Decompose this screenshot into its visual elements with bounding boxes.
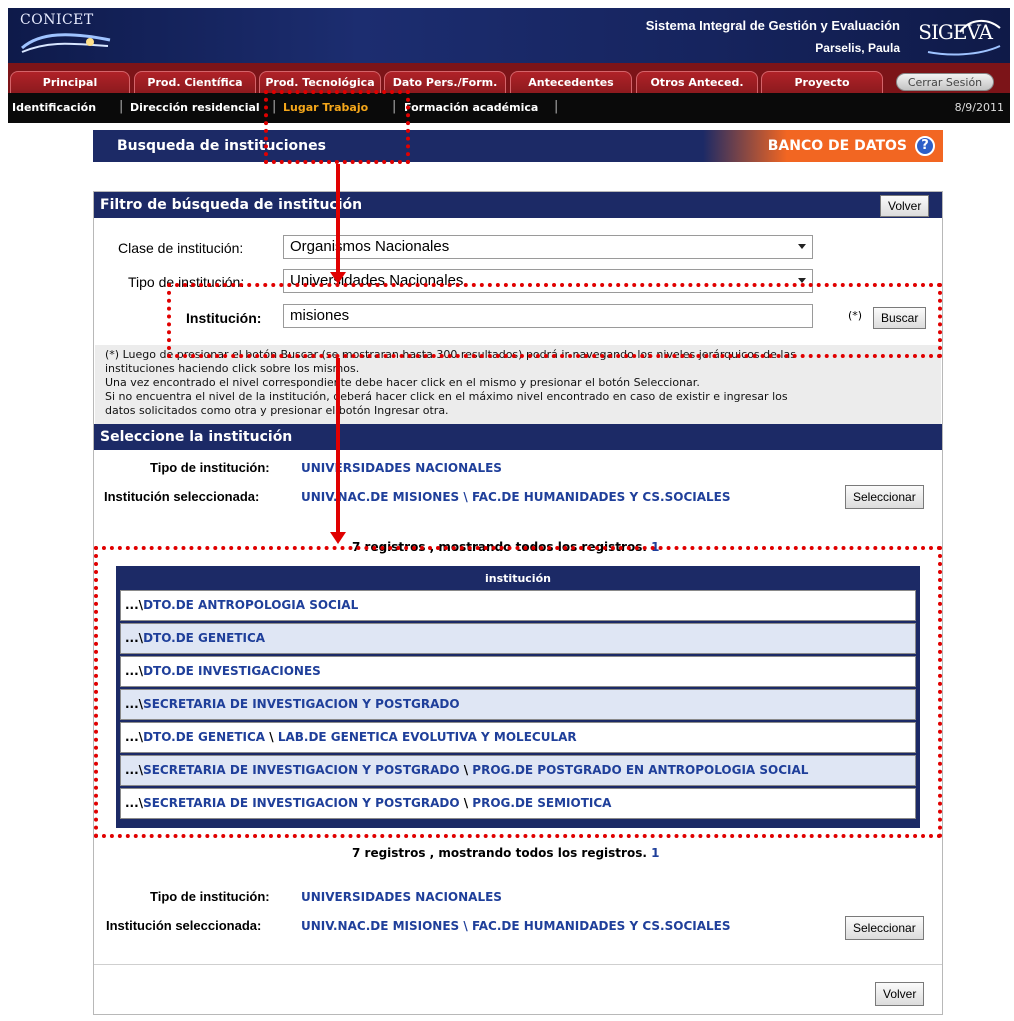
- current-date: 8/9/2011: [954, 101, 1004, 114]
- seleccionar-button-top[interactable]: Seleccionar: [845, 485, 924, 509]
- help-icon[interactable]: ?: [915, 136, 935, 156]
- sub-navigation: Identificación | Dirección residencial |…: [8, 93, 1010, 123]
- annotation-arrow: [336, 164, 340, 274]
- selected-institution-part: FAC.DE HUMANIDADES Y CS.SOCIALES: [471, 490, 731, 504]
- banco-de-datos-banner: BANCO DE DATOS: [703, 130, 943, 162]
- note-line: instituciones haciendo click sobre los m…: [105, 362, 360, 375]
- filter-section-heading: Filtro de búsqueda de institución: [94, 192, 942, 218]
- selected-institution-part: UNIV.NAC.DE MISIONES: [301, 919, 460, 933]
- select-section-heading: Seleccione la institución: [94, 424, 942, 450]
- back-button-bottom[interactable]: Volver: [875, 982, 925, 1006]
- tab-antecedentes[interactable]: Antecedentes: [510, 71, 632, 93]
- back-button-top[interactable]: Volver: [880, 195, 930, 217]
- tipo-result-label: Tipo de institución:: [150, 460, 270, 475]
- selected-institution-part: FAC.DE HUMANIDADES Y CS.SOCIALES: [471, 919, 731, 933]
- user-name: Parselis, Paula: [815, 41, 900, 55]
- selected-institution-part: UNIV.NAC.DE MISIONES: [301, 490, 460, 504]
- tab-proyecto[interactable]: Proyecto: [761, 71, 883, 93]
- note-line: Si no encuentra el nivel de la instituci…: [105, 390, 788, 403]
- sigeva-logo-text: SIGEVA: [918, 20, 993, 44]
- note-line: Una vez encontrado el nivel correspondie…: [105, 376, 700, 389]
- selected-institution-value: UNIV.NAC.DE MISIONES \ FAC.DE HUMANIDADE…: [301, 919, 730, 933]
- subnav-formacion-academica[interactable]: Formación académica: [404, 101, 538, 114]
- record-count-bottom: 7 registros , mostrando todos los regist…: [352, 846, 659, 860]
- subnav-identificacion[interactable]: Identificación: [12, 101, 96, 114]
- app-header: CONICET Sistema Integral de Gestión y Ev…: [8, 8, 1010, 63]
- selected-institution-value: UNIV.NAC.DE MISIONES \ FAC.DE HUMANIDADE…: [301, 490, 730, 504]
- page-link[interactable]: 1: [651, 846, 659, 860]
- path-separator: \: [459, 490, 472, 504]
- annotation-box-results: [94, 546, 942, 838]
- subnav-separator: |: [119, 99, 124, 114]
- selected-institution-label: Institución seleccionada:: [106, 918, 262, 933]
- clase-select-value: Organismos Nacionales: [290, 238, 450, 255]
- banco-de-datos-label: BANCO DE DATOS: [767, 138, 907, 154]
- record-count-text: 7 registros , mostrando todos los regist…: [352, 846, 647, 860]
- filter-heading-text: Filtro de búsqueda de institución: [100, 197, 363, 213]
- path-separator: \: [459, 919, 472, 933]
- tipo-result-value: UNIVERSIDADES NACIONALES: [301, 461, 502, 475]
- annotation-box-search: [167, 283, 942, 358]
- annotation-arrow: [336, 358, 340, 534]
- note-line: datos solicitados como otra y presionar …: [105, 404, 449, 417]
- subnav-direccion-residencial[interactable]: Dirección residencial: [130, 101, 260, 114]
- tab-otros-anteced[interactable]: Otros Anteced.: [636, 71, 758, 93]
- logout-button[interactable]: Cerrar Sesión: [896, 73, 994, 91]
- subnav-separator: |: [554, 99, 559, 114]
- tab-prod-cientifica[interactable]: Prod. Científica: [134, 71, 256, 93]
- chevron-down-icon: [798, 244, 806, 249]
- divider: [94, 964, 942, 965]
- system-title: Sistema Integral de Gestión y Evaluación: [645, 18, 900, 33]
- tipo-result-value: UNIVERSIDADES NACIONALES: [301, 890, 502, 904]
- seleccionar-button-bottom[interactable]: Seleccionar: [845, 916, 924, 940]
- page-title-bar: Busqueda de instituciones BANCO DE DATOS…: [93, 130, 943, 162]
- tipo-result-label: Tipo de institución:: [150, 889, 270, 904]
- clase-select[interactable]: Organismos Nacionales: [283, 235, 813, 259]
- tab-principal[interactable]: Principal: [10, 71, 130, 93]
- selected-institution-label: Institución seleccionada:: [104, 489, 260, 504]
- annotation-arrow-head: [330, 532, 346, 544]
- clase-label: Clase de institución:: [118, 240, 244, 256]
- annotation-box-lugar-trabajo: [264, 90, 410, 164]
- conicet-logo: CONICET: [20, 12, 94, 28]
- main-tabs: Principal Prod. Científica Prod. Tecnoló…: [8, 63, 1010, 93]
- select-heading-text: Seleccione la institución: [100, 429, 293, 445]
- conicet-swoosh-icon: [21, 33, 111, 53]
